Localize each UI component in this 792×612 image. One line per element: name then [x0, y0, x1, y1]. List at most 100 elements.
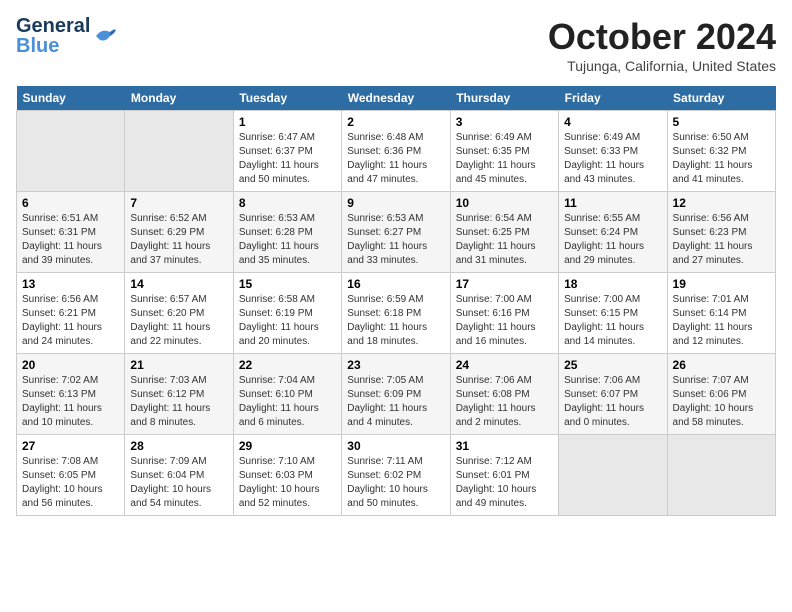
calendar-cell: 26 Sunrise: 7:07 AM Sunset: 6:06 PM Dayl…: [667, 354, 775, 435]
daylight-label: Daylight: 11 hours and 14 minutes.: [564, 322, 644, 347]
daylight-label: Daylight: 11 hours and 2 minutes.: [456, 403, 536, 428]
day-info: Sunrise: 7:03 AM Sunset: 6:12 PM Dayligh…: [130, 374, 227, 430]
daylight-label: Daylight: 11 hours and 35 minutes.: [239, 241, 319, 266]
calendar-table: SundayMondayTuesdayWednesdayThursdayFrid…: [16, 86, 776, 516]
calendar-week-row: 27 Sunrise: 7:08 AM Sunset: 6:05 PM Dayl…: [17, 435, 776, 516]
day-info: Sunrise: 6:49 AM Sunset: 6:35 PM Dayligh…: [456, 131, 553, 187]
day-info: Sunrise: 7:07 AM Sunset: 6:06 PM Dayligh…: [673, 374, 770, 430]
calendar-cell: 2 Sunrise: 6:48 AM Sunset: 6:36 PM Dayli…: [342, 111, 450, 192]
day-info: Sunrise: 6:54 AM Sunset: 6:25 PM Dayligh…: [456, 212, 553, 268]
weekday-header-sunday: Sunday: [17, 86, 125, 111]
day-info: Sunrise: 6:49 AM Sunset: 6:33 PM Dayligh…: [564, 131, 661, 187]
daylight-label: Daylight: 10 hours and 58 minutes.: [673, 403, 754, 428]
sunrise-label: Sunrise: 6:56 AM: [22, 294, 98, 305]
day-info: Sunrise: 7:11 AM Sunset: 6:02 PM Dayligh…: [347, 455, 444, 511]
sunset-label: Sunset: 6:02 PM: [347, 470, 421, 481]
sunset-label: Sunset: 6:14 PM: [673, 308, 747, 319]
daylight-label: Daylight: 10 hours and 56 minutes.: [22, 484, 103, 509]
day-info: Sunrise: 7:02 AM Sunset: 6:13 PM Dayligh…: [22, 374, 119, 430]
daylight-label: Daylight: 11 hours and 50 minutes.: [239, 160, 319, 185]
calendar-body: 1 Sunrise: 6:47 AM Sunset: 6:37 PM Dayli…: [17, 111, 776, 516]
sunrise-label: Sunrise: 7:03 AM: [130, 375, 206, 386]
calendar-cell: 22 Sunrise: 7:04 AM Sunset: 6:10 PM Dayl…: [233, 354, 341, 435]
sunset-label: Sunset: 6:09 PM: [347, 389, 421, 400]
day-info: Sunrise: 7:06 AM Sunset: 6:08 PM Dayligh…: [456, 374, 553, 430]
sunset-label: Sunset: 6:29 PM: [130, 227, 204, 238]
calendar-cell: 30 Sunrise: 7:11 AM Sunset: 6:02 PM Dayl…: [342, 435, 450, 516]
day-info: Sunrise: 7:09 AM Sunset: 6:04 PM Dayligh…: [130, 455, 227, 511]
day-info: Sunrise: 7:10 AM Sunset: 6:03 PM Dayligh…: [239, 455, 336, 511]
calendar-cell: 17 Sunrise: 7:00 AM Sunset: 6:16 PM Dayl…: [450, 273, 558, 354]
month-title: October 2024: [548, 16, 776, 58]
day-number: 30: [347, 439, 444, 453]
sunrise-label: Sunrise: 7:02 AM: [22, 375, 98, 386]
calendar-cell: 9 Sunrise: 6:53 AM Sunset: 6:27 PM Dayli…: [342, 192, 450, 273]
sunset-label: Sunset: 6:35 PM: [456, 146, 530, 157]
daylight-label: Daylight: 11 hours and 6 minutes.: [239, 403, 319, 428]
day-info: Sunrise: 6:58 AM Sunset: 6:19 PM Dayligh…: [239, 293, 336, 349]
daylight-label: Daylight: 11 hours and 39 minutes.: [22, 241, 102, 266]
day-info: Sunrise: 7:01 AM Sunset: 6:14 PM Dayligh…: [673, 293, 770, 349]
calendar-cell: 14 Sunrise: 6:57 AM Sunset: 6:20 PM Dayl…: [125, 273, 233, 354]
sunrise-label: Sunrise: 7:05 AM: [347, 375, 423, 386]
sunset-label: Sunset: 6:31 PM: [22, 227, 96, 238]
sunrise-label: Sunrise: 6:53 AM: [347, 213, 423, 224]
sunrise-label: Sunrise: 6:55 AM: [564, 213, 640, 224]
day-number: 8: [239, 196, 336, 210]
daylight-label: Daylight: 10 hours and 54 minutes.: [130, 484, 211, 509]
daylight-label: Daylight: 11 hours and 47 minutes.: [347, 160, 427, 185]
sunrise-label: Sunrise: 6:51 AM: [22, 213, 98, 224]
day-number: 10: [456, 196, 553, 210]
day-info: Sunrise: 7:00 AM Sunset: 6:15 PM Dayligh…: [564, 293, 661, 349]
calendar-week-row: 13 Sunrise: 6:56 AM Sunset: 6:21 PM Dayl…: [17, 273, 776, 354]
day-info: Sunrise: 6:57 AM Sunset: 6:20 PM Dayligh…: [130, 293, 227, 349]
day-info: Sunrise: 7:00 AM Sunset: 6:16 PM Dayligh…: [456, 293, 553, 349]
calendar-cell: 16 Sunrise: 6:59 AM Sunset: 6:18 PM Dayl…: [342, 273, 450, 354]
day-number: 28: [130, 439, 227, 453]
sunrise-label: Sunrise: 6:49 AM: [456, 132, 532, 143]
sunset-label: Sunset: 6:36 PM: [347, 146, 421, 157]
daylight-label: Daylight: 11 hours and 31 minutes.: [456, 241, 536, 266]
sunset-label: Sunset: 6:21 PM: [22, 308, 96, 319]
sunset-label: Sunset: 6:28 PM: [239, 227, 313, 238]
day-info: Sunrise: 7:04 AM Sunset: 6:10 PM Dayligh…: [239, 374, 336, 430]
logo-bird-icon: [94, 26, 118, 46]
day-number: 29: [239, 439, 336, 453]
day-number: 6: [22, 196, 119, 210]
calendar-cell: 19 Sunrise: 7:01 AM Sunset: 6:14 PM Dayl…: [667, 273, 775, 354]
day-info: Sunrise: 6:52 AM Sunset: 6:29 PM Dayligh…: [130, 212, 227, 268]
weekday-header-wednesday: Wednesday: [342, 86, 450, 111]
sunrise-label: Sunrise: 6:58 AM: [239, 294, 315, 305]
calendar-cell: 31 Sunrise: 7:12 AM Sunset: 6:01 PM Dayl…: [450, 435, 558, 516]
sunrise-label: Sunrise: 7:00 AM: [456, 294, 532, 305]
day-number: 12: [673, 196, 770, 210]
sunset-label: Sunset: 6:01 PM: [456, 470, 530, 481]
sunrise-label: Sunrise: 7:08 AM: [22, 456, 98, 467]
sunrise-label: Sunrise: 7:12 AM: [456, 456, 532, 467]
sunrise-label: Sunrise: 6:53 AM: [239, 213, 315, 224]
daylight-label: Daylight: 11 hours and 4 minutes.: [347, 403, 427, 428]
sunset-label: Sunset: 6:32 PM: [673, 146, 747, 157]
daylight-label: Daylight: 10 hours and 50 minutes.: [347, 484, 428, 509]
day-number: 9: [347, 196, 444, 210]
day-number: 1: [239, 115, 336, 129]
sunset-label: Sunset: 6:27 PM: [347, 227, 421, 238]
day-number: 19: [673, 277, 770, 291]
day-number: 31: [456, 439, 553, 453]
day-number: 17: [456, 277, 553, 291]
sunset-label: Sunset: 6:13 PM: [22, 389, 96, 400]
calendar-week-row: 1 Sunrise: 6:47 AM Sunset: 6:37 PM Dayli…: [17, 111, 776, 192]
daylight-label: Daylight: 11 hours and 8 minutes.: [130, 403, 210, 428]
sunset-label: Sunset: 6:33 PM: [564, 146, 638, 157]
day-info: Sunrise: 6:59 AM Sunset: 6:18 PM Dayligh…: [347, 293, 444, 349]
day-number: 26: [673, 358, 770, 372]
sunset-label: Sunset: 6:25 PM: [456, 227, 530, 238]
logo: General Blue: [16, 16, 118, 56]
sunset-label: Sunset: 6:20 PM: [130, 308, 204, 319]
calendar-cell: 11 Sunrise: 6:55 AM Sunset: 6:24 PM Dayl…: [559, 192, 667, 273]
day-number: 11: [564, 196, 661, 210]
calendar-cell: 20 Sunrise: 7:02 AM Sunset: 6:13 PM Dayl…: [17, 354, 125, 435]
day-number: 21: [130, 358, 227, 372]
sunrise-label: Sunrise: 7:01 AM: [673, 294, 749, 305]
sunrise-label: Sunrise: 6:52 AM: [130, 213, 206, 224]
